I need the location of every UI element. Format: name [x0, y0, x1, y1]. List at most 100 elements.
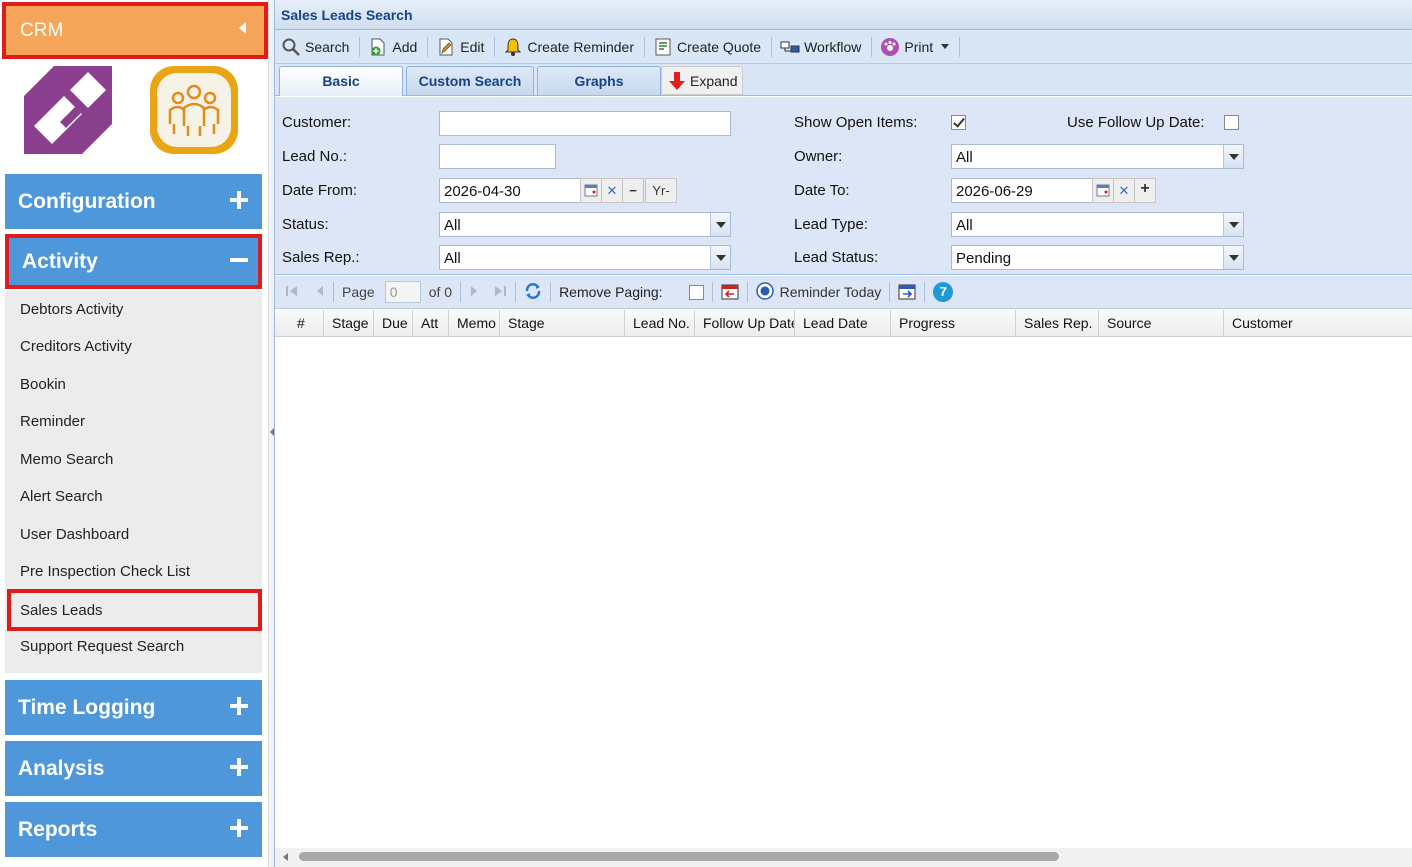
section-reports[interactable]: Reports	[5, 802, 262, 857]
section-configuration[interactable]: Configuration	[5, 174, 262, 229]
column-header-source[interactable]: Source	[1099, 310, 1224, 337]
minus-icon[interactable]: −	[622, 178, 644, 203]
sidebar-item-pre-inspection-check-list[interactable]: Pre Inspection Check List	[5, 553, 262, 589]
sidebar-item-alert-search[interactable]: Alert Search	[5, 478, 262, 514]
column-header-number[interactable]: #	[275, 310, 324, 337]
create-quote-button[interactable]: Create Quote	[651, 35, 768, 59]
first-page-icon[interactable]	[285, 284, 299, 301]
chevron-down-icon[interactable]	[1223, 213, 1243, 236]
column-header-memo[interactable]: Memo	[449, 310, 500, 337]
radio-icon[interactable]	[755, 281, 774, 303]
lead-no-input[interactable]	[439, 144, 556, 169]
section-activity[interactable]: Activity	[5, 234, 262, 289]
column-header-customer[interactable]: Customer	[1224, 310, 1412, 337]
page-label: Page	[342, 284, 375, 300]
add-document-icon	[368, 37, 388, 57]
pager-separator	[746, 282, 748, 302]
column-header-due[interactable]: Due	[374, 310, 413, 337]
page-number-input[interactable]: 0	[384, 281, 421, 303]
year-minus-button[interactable]: Yr-	[645, 178, 677, 203]
page-count-label: of 0	[428, 284, 453, 300]
calendar-back-icon[interactable]	[721, 282, 739, 303]
horizontal-scrollbar[interactable]	[275, 848, 1412, 867]
sidebar-item-creditors-activity[interactable]: Creditors Activity	[5, 328, 262, 364]
sidebar-item-user-dashboard[interactable]: User Dashboard	[5, 516, 262, 552]
section-analysis[interactable]: Analysis	[5, 741, 262, 796]
date-to-input[interactable]: 2026-06-29	[951, 178, 1093, 203]
sidebar-item-bookin[interactable]: Bookin	[5, 366, 262, 402]
scroll-left-icon[interactable]	[283, 853, 288, 861]
grid-body	[275, 337, 1412, 848]
lead-type-select[interactable]: All	[951, 212, 1244, 237]
toolbar-separator	[359, 36, 361, 57]
calendar-forward-icon[interactable]	[898, 282, 916, 303]
show-open-items-checkbox[interactable]	[951, 115, 966, 130]
last-page-icon[interactable]	[493, 284, 507, 301]
chevron-down-icon[interactable]	[1223, 246, 1243, 269]
use-follow-up-checkbox[interactable]	[1224, 115, 1239, 130]
chevron-down-icon[interactable]	[710, 213, 730, 236]
pager-separator	[711, 282, 713, 302]
chevron-down-icon[interactable]	[941, 44, 950, 49]
sales-rep-select[interactable]: All	[439, 245, 731, 270]
column-header-stage[interactable]: Stage	[500, 310, 625, 337]
customer-label: Customer:	[282, 114, 352, 131]
tab-basic[interactable]: Basic	[279, 66, 403, 96]
sidebar-item-memo-search[interactable]: Memo Search	[5, 441, 262, 477]
lead-status-select[interactable]: Pending	[951, 245, 1244, 270]
workflow-button[interactable]: Workflow	[778, 35, 868, 59]
previous-page-icon[interactable]	[315, 284, 325, 301]
chevron-down-icon[interactable]	[1223, 145, 1243, 168]
print-button[interactable]: Print	[878, 35, 956, 59]
create-reminder-button[interactable]: Create Reminder	[501, 35, 641, 59]
plus-icon[interactable]	[230, 819, 248, 837]
date-from-label: Date From:	[282, 182, 358, 199]
chevron-down-icon[interactable]	[710, 246, 730, 269]
owner-label: Owner:	[794, 148, 843, 165]
next-page-icon[interactable]	[469, 284, 479, 301]
column-header-stage-icon[interactable]: Stage	[324, 310, 374, 337]
grid-header: # Stage Due Att Memo Stage Lead No. Foll…	[275, 310, 1412, 337]
tab-custom-search[interactable]: Custom Search	[406, 66, 534, 95]
sidebar-item-support-request-search[interactable]: Support Request Search	[5, 628, 262, 664]
date-from-input[interactable]: 2026-04-30	[439, 178, 581, 203]
calendar-icon[interactable]	[580, 178, 602, 203]
column-header-lead-date[interactable]: Lead Date	[795, 310, 891, 337]
customer-input[interactable]	[439, 111, 731, 136]
edit-button[interactable]: Edit	[434, 35, 491, 59]
column-header-lead-no[interactable]: Lead No.	[625, 310, 695, 337]
refresh-icon[interactable]	[524, 282, 542, 303]
add-button[interactable]: Add	[366, 35, 424, 59]
expand-button[interactable]: Expand	[661, 66, 743, 95]
clear-icon[interactable]: ✕	[601, 178, 623, 203]
remove-paging-checkbox[interactable]	[688, 284, 704, 300]
column-header-sales-rep[interactable]: Sales Rep.	[1016, 310, 1099, 337]
sidebar-item-reminder[interactable]: Reminder	[5, 403, 262, 439]
plus-icon[interactable]	[230, 191, 248, 209]
sidebar-item-debtors-activity[interactable]: Debtors Activity	[5, 291, 262, 327]
column-header-progress[interactable]: Progress	[891, 310, 1016, 337]
plus-icon[interactable]	[230, 758, 248, 776]
crm-header[interactable]: CRM	[2, 2, 268, 59]
calendar-icon[interactable]	[1092, 178, 1114, 203]
tab-graphs[interactable]: Graphs	[537, 66, 661, 95]
column-header-att[interactable]: Att	[413, 310, 449, 337]
status-select[interactable]: All	[439, 212, 731, 237]
plus-icon[interactable]: +	[1134, 178, 1156, 203]
pager-separator	[333, 282, 334, 302]
pager-separator	[515, 282, 517, 302]
clear-icon[interactable]: ✕	[1113, 178, 1135, 203]
section-time-logging[interactable]: Time Logging	[5, 680, 262, 735]
status-label: Status:	[282, 216, 329, 233]
plus-icon[interactable]	[230, 697, 248, 715]
owner-select[interactable]: All	[951, 144, 1244, 169]
scrollbar-thumb[interactable]	[299, 852, 1059, 861]
column-header-follow-up-date[interactable]: Follow Up Date	[695, 310, 795, 337]
collapse-left-icon[interactable]	[239, 22, 246, 34]
quote-document-icon	[653, 37, 673, 57]
sidebar-item-sales-leads[interactable]: Sales Leads	[7, 589, 262, 631]
search-button[interactable]: Search	[279, 35, 356, 59]
minus-icon[interactable]	[230, 251, 248, 269]
reminder-today-label[interactable]: Reminder Today	[780, 284, 882, 300]
count-badge[interactable]: 7	[933, 282, 954, 302]
